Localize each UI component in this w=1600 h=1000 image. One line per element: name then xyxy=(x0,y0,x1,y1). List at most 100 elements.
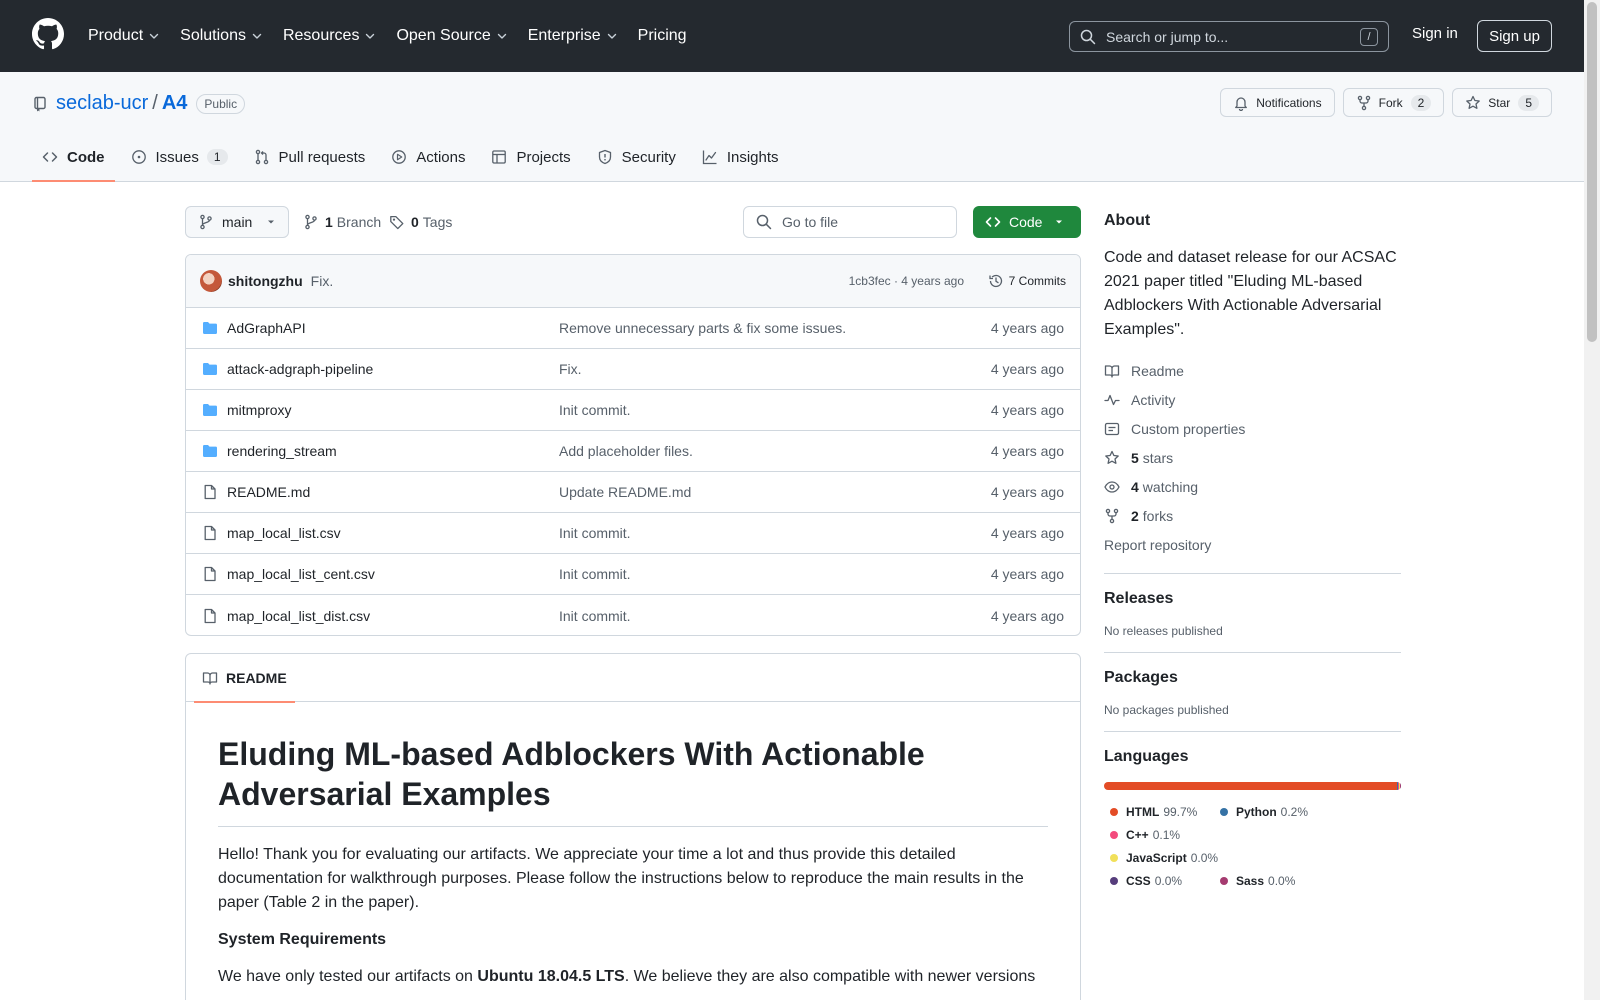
pulse-icon xyxy=(1104,394,1120,405)
repo-title: seclab-ucr / A4 Public xyxy=(32,92,246,115)
nav-solutions[interactable]: Solutions xyxy=(180,27,263,45)
releases-heading[interactable]: Releases xyxy=(1104,590,1401,608)
chevron-down-icon xyxy=(149,33,159,39)
page-scrollbar[interactable] xyxy=(1584,0,1600,1000)
issue-icon xyxy=(131,150,146,164)
language-bar-segment xyxy=(1104,782,1398,790)
stars-link[interactable]: 5 stars xyxy=(1104,443,1401,472)
readme-header: README xyxy=(186,654,1080,703)
language-item[interactable]: Sass 0.0% xyxy=(1214,869,1308,892)
tab-label: Security xyxy=(621,148,676,166)
shield-icon xyxy=(598,149,611,165)
packages-heading[interactable]: Packages xyxy=(1104,669,1401,687)
file-commit-message-link[interactable]: Init commit. xyxy=(559,608,631,624)
file-name-link[interactable]: attack-adgraph-pipeline xyxy=(227,361,559,377)
tab-pull-requests[interactable]: Pull requests xyxy=(244,133,376,181)
tags-link[interactable]: 0 Tags xyxy=(389,206,452,238)
file-name-link[interactable]: map_local_list_dist.csv xyxy=(227,608,559,624)
code-dropdown-button[interactable]: Code xyxy=(973,206,1081,238)
activity-link[interactable]: Activity xyxy=(1104,385,1401,414)
language-item[interactable]: JavaScript 0.0% xyxy=(1104,846,1218,869)
graph-icon xyxy=(702,150,717,165)
language-color-dot xyxy=(1220,876,1228,885)
file-commit-message-link[interactable]: Update README.md xyxy=(559,484,691,500)
nav-product[interactable]: Product xyxy=(88,27,160,45)
readme-body: Eluding ML-based Adblockers With Actiona… xyxy=(186,702,1080,989)
file-name-link[interactable]: README.md xyxy=(227,484,559,500)
author-avatar[interactable] xyxy=(200,270,222,292)
branch-count: 1 xyxy=(325,214,333,230)
commit-message-link[interactable]: Fix. xyxy=(311,273,334,289)
star-button[interactable]: Star 5 xyxy=(1452,88,1552,117)
file-name-link[interactable]: AdGraphAPI xyxy=(227,320,559,336)
nav-enterprise[interactable]: Enterprise xyxy=(528,27,618,45)
file-commit-message-link[interactable]: Init commit. xyxy=(559,402,631,418)
nav-resources[interactable]: Resources xyxy=(283,27,376,45)
scrollbar-thumb[interactable] xyxy=(1587,2,1597,342)
language-name: HTML xyxy=(1126,804,1160,819)
file-commit-message-link[interactable]: Add placeholder files. xyxy=(559,443,693,459)
language-item[interactable]: HTML 99.7% xyxy=(1104,800,1198,823)
book-icon xyxy=(202,672,218,685)
file-name-link[interactable]: map_local_list.csv xyxy=(227,525,559,541)
go-to-file-input[interactable]: Go to file xyxy=(743,206,957,238)
language-bar-segment xyxy=(1400,782,1401,790)
language-item[interactable]: CSS 0.0% xyxy=(1104,869,1198,892)
sidebar-divider xyxy=(1104,731,1401,732)
github-logo-icon[interactable] xyxy=(32,18,64,50)
file-commit-age: 4 years ago xyxy=(990,484,1064,500)
tag-icon xyxy=(390,215,404,230)
forks-link[interactable]: 2 forks xyxy=(1104,501,1401,530)
readme-panel: README Eluding ML-based Adblockers With … xyxy=(185,653,1081,1000)
nav-pricing[interactable]: Pricing xyxy=(638,27,687,45)
tab-label: Insights xyxy=(726,148,779,166)
language-item[interactable]: Python 0.2% xyxy=(1214,800,1308,823)
notifications-button[interactable]: Notifications xyxy=(1220,88,1335,117)
watching-link[interactable]: 4 watching xyxy=(1104,472,1401,501)
tab-issues[interactable]: Issues 1 xyxy=(121,133,238,181)
branch-selector-button[interactable]: main xyxy=(185,206,289,238)
fork-count: 2 xyxy=(1410,94,1432,111)
branch-icon xyxy=(200,214,212,230)
repo-name-link[interactable]: A4 xyxy=(162,92,188,115)
repo-owner-link[interactable]: seclab-ucr xyxy=(56,92,148,115)
sign-up-button[interactable]: Sign up xyxy=(1477,20,1552,52)
commit-meta[interactable]: 1cb3fec · 4 years ago xyxy=(849,274,964,288)
custom-properties-link[interactable]: Custom properties xyxy=(1104,414,1401,443)
code-icon xyxy=(985,217,1001,227)
file-commit-message-link[interactable]: Fix. xyxy=(559,361,582,377)
commit-author-link[interactable]: shitongzhu xyxy=(228,273,303,289)
tab-projects[interactable]: Projects xyxy=(481,133,580,181)
file-rows: AdGraphAPI Remove unnecessary parts & fix… xyxy=(186,308,1080,635)
tab-actions[interactable]: Actions xyxy=(381,133,475,181)
commits-history-link[interactable]: 7 Commits xyxy=(988,273,1066,289)
nav-open-source[interactable]: Open Source xyxy=(396,27,507,45)
visibility-badge: Public xyxy=(196,93,246,114)
search-shortcut-key: / xyxy=(1360,27,1378,46)
file-commit-message-link[interactable]: Init commit. xyxy=(559,525,631,541)
tab-security[interactable]: Security xyxy=(587,133,686,181)
nav-label: Open Source xyxy=(396,27,491,44)
branches-link[interactable]: 1 Branch xyxy=(303,206,381,238)
tag-label: Tags xyxy=(422,214,453,230)
tab-insights[interactable]: Insights xyxy=(692,133,789,181)
report-repository-link[interactable]: Report repository xyxy=(1104,530,1401,559)
releases-empty-text: No releases published xyxy=(1104,624,1223,638)
nav-label: Enterprise xyxy=(527,27,601,44)
file-commit-message-link[interactable]: Init commit. xyxy=(559,566,631,582)
tab-code[interactable]: Code xyxy=(32,133,115,182)
file-name-link[interactable]: map_local_list_cent.csv xyxy=(227,566,559,582)
language-color-dot xyxy=(1110,830,1118,839)
readme-link[interactable]: Readme xyxy=(1104,356,1401,385)
file-name-link[interactable]: rendering_stream xyxy=(227,443,559,459)
sign-in-link[interactable]: Sign in xyxy=(1412,25,1458,42)
star-count: 5 xyxy=(1518,94,1539,111)
readme-tab[interactable]: README xyxy=(194,654,295,703)
language-item[interactable]: C++ 0.1% xyxy=(1104,823,1198,846)
fork-button[interactable]: Fork 2 xyxy=(1342,88,1445,117)
language-bar xyxy=(1104,782,1401,790)
global-search-input[interactable]: Search or jump to... / xyxy=(1069,21,1389,52)
file-commit-message-link[interactable]: Remove unnecessary parts & fix some issu… xyxy=(559,320,846,336)
table-icon xyxy=(492,150,507,164)
file-name-link[interactable]: mitmproxy xyxy=(227,402,559,418)
